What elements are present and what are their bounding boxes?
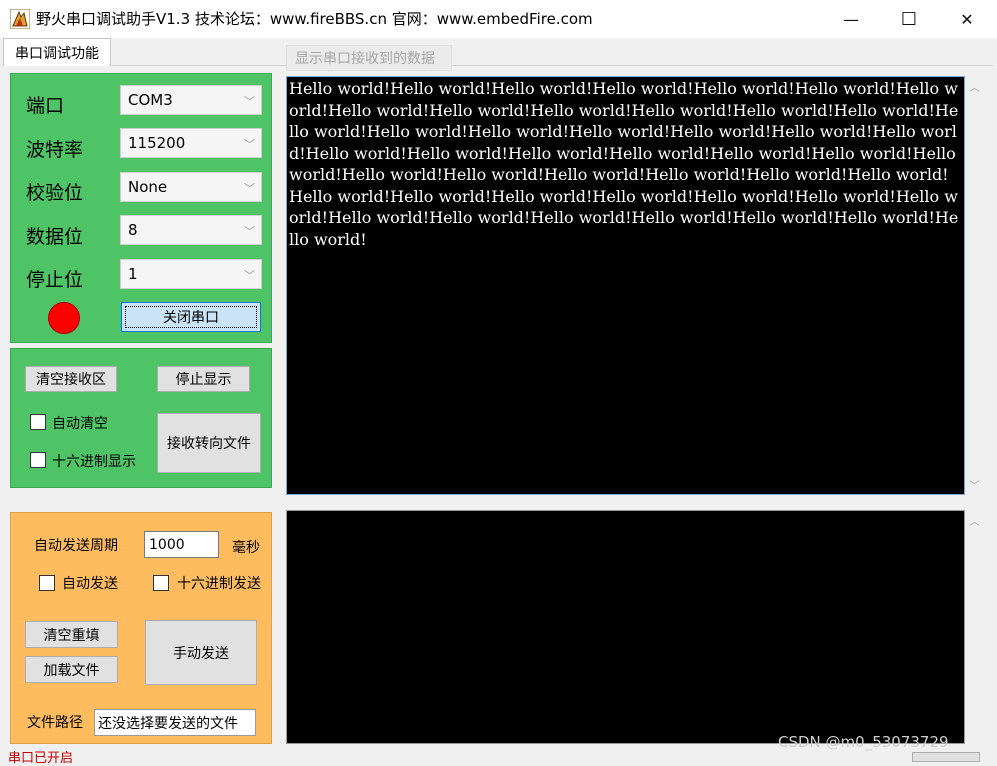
auto-clear-checkbox[interactable] bbox=[30, 414, 46, 430]
receive-group-label: 显示串口接收到的数据 bbox=[286, 45, 452, 71]
receive-scrollbar[interactable]: ︿ ﹀ bbox=[965, 76, 984, 495]
watermark: CSDN @m0_53073729 bbox=[778, 733, 949, 751]
databits-label: 数据位 bbox=[26, 226, 84, 248]
clear-refill-button[interactable]: 清空重填 bbox=[25, 621, 118, 648]
hex-display-checkbox[interactable] bbox=[30, 452, 46, 468]
receive-to-file-button[interactable]: 接收转向文件 bbox=[157, 413, 261, 473]
stopbits-label: 停止位 bbox=[26, 269, 84, 291]
hex-display-label: 十六进制显示 bbox=[52, 454, 136, 470]
databits-select[interactable]: 8 ﹀ bbox=[120, 215, 262, 245]
file-path-field[interactable]: 还没选择要发送的文件 bbox=[94, 709, 256, 736]
baud-label: 波特率 bbox=[26, 139, 84, 161]
close-port-button[interactable]: 关闭串口 bbox=[121, 302, 261, 332]
parity-label: 校验位 bbox=[26, 182, 84, 204]
period-unit-label: 毫秒 bbox=[232, 540, 260, 556]
maximize-icon: ☐ bbox=[900, 8, 918, 30]
minimize-button[interactable]: — bbox=[822, 0, 880, 38]
tab-serial-debug[interactable]: 串口调试功能 bbox=[3, 38, 111, 66]
chevron-down-icon: ﹀ bbox=[244, 225, 255, 238]
app-logo-icon bbox=[9, 8, 31, 30]
clear-receive-button[interactable]: 清空接收区 bbox=[25, 366, 117, 392]
send-text-area[interactable] bbox=[286, 510, 965, 744]
scroll-down-icon[interactable]: ﹀ bbox=[966, 476, 983, 493]
chevron-down-icon: ﹀ bbox=[244, 95, 255, 108]
send-period-label: 自动发送周期 bbox=[34, 538, 118, 554]
port-select[interactable]: COM3 ﹀ bbox=[120, 85, 262, 115]
stopbits-select[interactable]: 1 ﹀ bbox=[120, 259, 262, 289]
chevron-down-icon: ﹀ bbox=[244, 269, 255, 282]
manual-send-button[interactable]: 手动发送 bbox=[145, 620, 257, 685]
chevron-down-icon: ﹀ bbox=[244, 182, 255, 195]
auto-send-checkbox[interactable] bbox=[39, 575, 55, 591]
chevron-down-icon: ﹀ bbox=[244, 138, 255, 151]
send-scrollbar[interactable]: ︿ bbox=[965, 510, 984, 744]
maximize-button[interactable]: ☐ bbox=[880, 0, 938, 38]
bottom-button[interactable] bbox=[912, 752, 980, 762]
hex-send-label: 十六进制发送 bbox=[177, 576, 261, 592]
scroll-up-icon[interactable]: ︿ bbox=[966, 512, 983, 529]
window-title: 野火串口调试助手V1.3 技术论坛：www.fireBBS.cn 官网：www.… bbox=[36, 10, 593, 28]
load-file-button[interactable]: 加载文件 bbox=[25, 656, 118, 683]
auto-clear-label: 自动清空 bbox=[52, 416, 108, 432]
tab-page-border bbox=[3, 65, 993, 66]
minimize-icon: — bbox=[843, 9, 859, 29]
scroll-up-icon[interactable]: ︿ bbox=[966, 78, 983, 95]
receive-text-area[interactable]: Hello world!Hello world!Hello world!Hell… bbox=[286, 76, 965, 495]
hex-send-checkbox[interactable] bbox=[153, 575, 169, 591]
port-status-indicator bbox=[48, 302, 80, 334]
close-icon: ✕ bbox=[960, 9, 974, 29]
close-button[interactable]: ✕ bbox=[938, 0, 996, 38]
port-label: 端口 bbox=[26, 95, 65, 117]
baud-select[interactable]: 115200 ﹀ bbox=[120, 128, 262, 158]
stop-display-button[interactable]: 停止显示 bbox=[157, 366, 250, 392]
status-text: 串口已开启 bbox=[8, 751, 74, 766]
parity-select[interactable]: None ﹀ bbox=[120, 172, 262, 202]
file-path-label: 文件路径 bbox=[27, 715, 83, 731]
send-period-input[interactable]: 1000 bbox=[144, 531, 219, 558]
auto-send-label: 自动发送 bbox=[62, 576, 118, 592]
